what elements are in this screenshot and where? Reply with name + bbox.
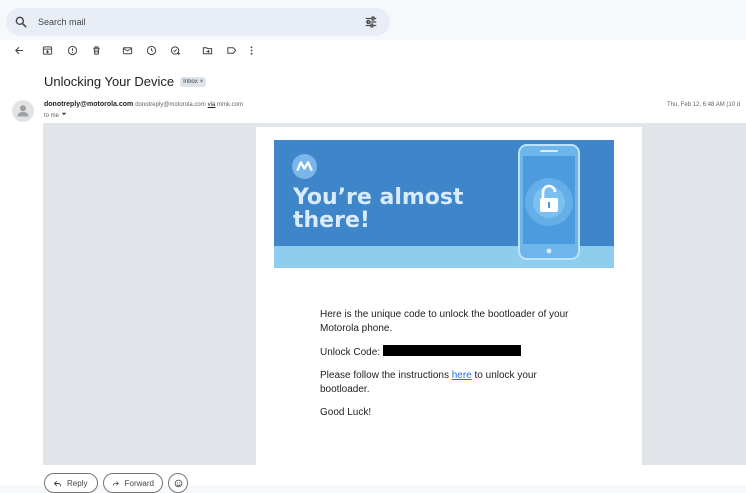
sender-email: donotreply@motorola.com	[135, 102, 206, 108]
banner-headline-line1: You’re almost	[293, 185, 464, 210]
archive-icon	[42, 45, 52, 55]
instructions-before: Please follow the instructions	[320, 370, 452, 381]
instructions-link[interactable]: here	[452, 370, 472, 381]
add-to-tasks-button[interactable]	[169, 44, 181, 56]
forward-icon	[112, 480, 119, 486]
intro-paragraph: Here is the unique code to unlock the bo…	[320, 309, 569, 334]
label-icon	[226, 46, 236, 54]
sender-avatar[interactable]	[12, 100, 34, 122]
back-button[interactable]	[13, 44, 25, 56]
recipient-details-toggle[interactable]: to me	[44, 111, 67, 119]
sender-via: via mmk.com	[208, 102, 243, 108]
search-bar[interactable]: Search mail	[6, 8, 390, 36]
forward-label: Forward	[124, 478, 154, 488]
remove-label-icon[interactable]: ×	[200, 78, 204, 86]
inbox-label-text: Inbox	[183, 78, 198, 85]
sender-info: donotreply@motorola.com donotreply@motor…	[44, 101, 243, 108]
add-task-icon	[170, 45, 180, 55]
more-options-button[interactable]	[245, 44, 257, 56]
trash-icon	[92, 45, 100, 55]
labels-button[interactable]	[225, 44, 237, 56]
move-to-button[interactable]	[201, 44, 213, 56]
via-link[interactable]: via	[208, 102, 216, 108]
unlock-code-paragraph: Unlock Code:	[320, 345, 580, 360]
recipient-text: to me	[44, 113, 60, 119]
phone-unlock-icon	[518, 144, 580, 260]
clock-icon	[146, 45, 156, 55]
reply-button[interactable]: Reply	[44, 473, 98, 493]
caret-down-icon	[61, 112, 67, 116]
archive-button[interactable]	[41, 44, 53, 56]
email-subject: Unlocking Your Device	[44, 74, 175, 89]
banner-headline: You’re almost there!	[293, 186, 464, 232]
more-vert-icon	[250, 45, 252, 55]
search-options-icon[interactable]	[364, 15, 378, 29]
sender-name[interactable]: donotreply@motorola.com	[44, 101, 133, 108]
reply-label: Reply	[67, 478, 88, 488]
sign-off: Good Luck!	[320, 407, 372, 418]
delete-button[interactable]	[90, 44, 102, 56]
snooze-button[interactable]	[145, 44, 157, 56]
email-timestamp: Thu, Feb 12, 6:48 AM (10 d	[667, 102, 741, 108]
report-spam-icon	[67, 45, 77, 55]
subject-row: Unlocking Your Device Inbox ×	[44, 74, 207, 89]
report-spam-button[interactable]	[66, 44, 78, 56]
mark-unread-icon	[122, 46, 132, 54]
instructions-paragraph: Please follow the instructions here to u…	[320, 369, 580, 397]
emoji-icon	[174, 479, 182, 487]
unlock-code-label: Unlock Code:	[320, 347, 381, 358]
back-arrow-icon	[14, 46, 23, 54]
search-input[interactable]: Search mail	[38, 17, 86, 27]
reply-icon	[53, 480, 61, 486]
forward-button[interactable]: Forward	[103, 473, 163, 493]
inbox-label-chip[interactable]: Inbox ×	[180, 76, 207, 87]
emoji-reaction-button[interactable]	[168, 473, 188, 493]
motorola-banner: You’re almost there!	[274, 140, 614, 268]
search-icon[interactable]	[14, 15, 28, 29]
person-icon	[17, 105, 29, 117]
redacted-unlock-code	[382, 345, 521, 356]
move-folder-icon	[202, 46, 212, 54]
mark-unread-button[interactable]	[121, 44, 133, 56]
via-domain: mmk.com	[217, 102, 243, 108]
email-body-text: Here is the unique code to unlock the bo…	[320, 308, 580, 429]
motorola-logo-icon	[292, 154, 317, 179]
banner-headline-line2: there!	[293, 208, 370, 233]
